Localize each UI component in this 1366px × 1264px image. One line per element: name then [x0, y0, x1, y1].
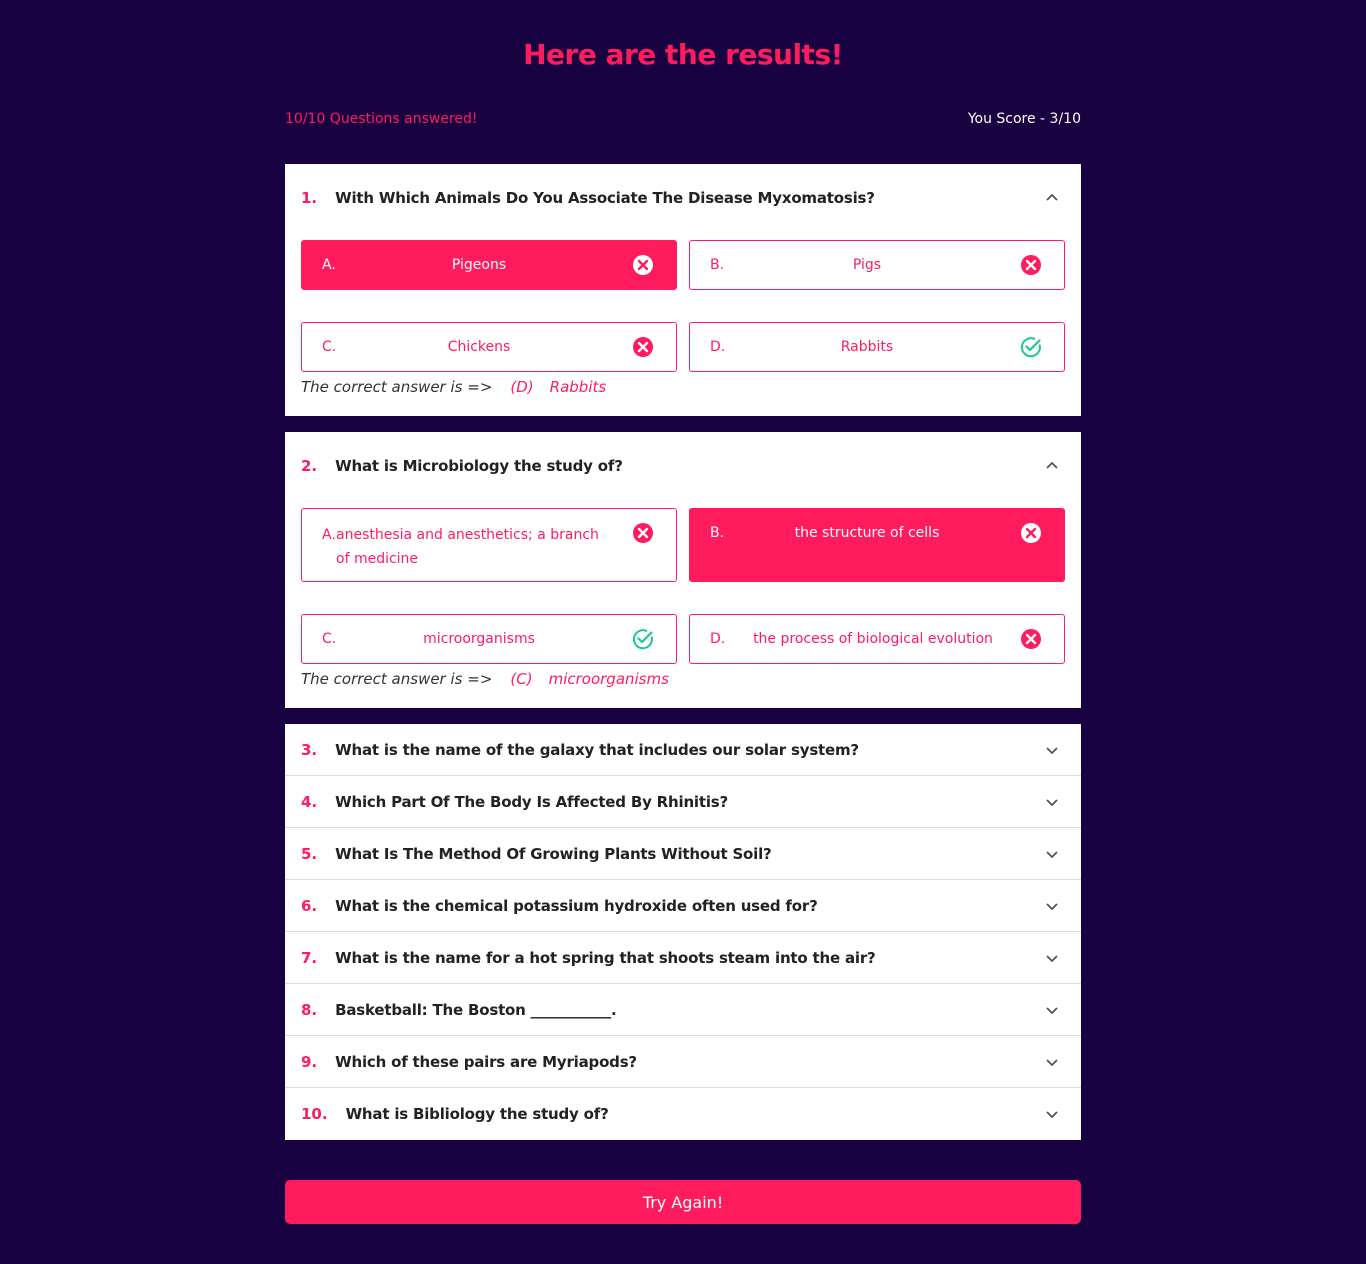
question-number: 8. [301, 1000, 318, 1019]
question-row-3[interactable]: 3. What is the name of the galaxy that i… [285, 724, 1081, 776]
question-text: Which of these pairs are Myriapods? [335, 1052, 637, 1071]
question-text: What is Bibliology the study of? [345, 1105, 609, 1123]
option-letter: A. [322, 527, 336, 543]
option-d[interactable]: D. the process of biological evolution [689, 614, 1065, 664]
question-number: 1. [301, 189, 318, 207]
question-row-5[interactable]: 5. What Is The Method Of Growing Plants … [285, 828, 1081, 880]
option-label: anesthesia and anesthetics; a branch of … [336, 527, 599, 567]
option-d[interactable]: D. Rabbits [689, 322, 1065, 372]
chevron-down-icon[interactable] [1045, 743, 1059, 757]
question-row-10[interactable]: 10. What is Bibliology the study of? [285, 1088, 1081, 1140]
question-row-6[interactable]: 6. What is the chemical potassium hydrox… [285, 880, 1081, 932]
correct-answer-prefix: The correct answer is => [301, 670, 493, 688]
question-panel-1: 1. With Which Animals Do You Associate T… [285, 164, 1081, 416]
chevron-down-icon[interactable] [1045, 795, 1059, 809]
question-number: 5. [301, 844, 318, 863]
x-circle-icon [633, 255, 653, 275]
option-c[interactable]: C. Chickens [301, 322, 677, 372]
option-c[interactable]: C. microorganisms [301, 614, 677, 664]
question-text: With Which Animals Do You Associate The … [335, 189, 875, 207]
score-display: You Score - 3/10 [967, 111, 1081, 127]
question-number: 6. [301, 896, 318, 915]
option-letter: A. [322, 257, 336, 273]
x-circle-icon [1021, 629, 1041, 649]
correct-answer-letter: (D) [510, 378, 534, 396]
option-a[interactable]: A. Pigeons [301, 240, 677, 290]
correct-answer-line: The correct answer is => (D) Rabbits [301, 378, 606, 396]
question-number: 2. [301, 457, 318, 475]
chevron-down-icon[interactable] [1045, 1003, 1059, 1017]
correct-answer-text: microorganisms [548, 670, 669, 688]
option-letter: B. [710, 525, 725, 541]
question-header-1[interactable]: 1. With Which Animals Do You Associate T… [285, 164, 1081, 232]
correct-answer-prefix: The correct answer is => [301, 378, 493, 396]
option-a[interactable]: A. anesthesia and anesthetics; a branch … [301, 508, 677, 582]
chevron-down-icon[interactable] [1045, 1107, 1059, 1121]
question-text: What is the name of the galaxy that incl… [335, 740, 859, 759]
x-circle-icon [1021, 255, 1041, 275]
question-text: Basketball: The Boston ___________. [335, 1000, 617, 1019]
correct-answer-letter: (C) [510, 670, 533, 688]
option-label: Rabbits [840, 339, 894, 355]
option-letter: D. [710, 631, 726, 647]
check-circle-icon [1020, 337, 1041, 358]
question-row-8[interactable]: 8. Basketball: The Boston ___________. [285, 984, 1081, 1036]
option-letter: D. [710, 339, 726, 355]
option-label: Chickens [447, 339, 511, 355]
question-number: 4. [301, 792, 318, 811]
option-label: the structure of cells [794, 525, 940, 541]
correct-answer-line: The correct answer is => (C) microorganism… [301, 670, 669, 688]
chevron-down-icon[interactable] [1045, 951, 1059, 965]
option-letter: C. [322, 631, 337, 647]
question-panel-2: 2. What is Microbiology the study of? A.… [285, 432, 1081, 708]
chevron-down-icon[interactable] [1045, 899, 1059, 913]
option-label: Pigs [852, 257, 882, 273]
check-circle-icon [632, 629, 653, 650]
option-label: Pigeons [451, 257, 507, 273]
option-letter: C. [322, 339, 337, 355]
x-circle-icon [633, 337, 653, 357]
page-title: Here are the results! [523, 38, 843, 71]
chevron-up-icon[interactable] [1045, 191, 1059, 205]
option-label: the process of biological evolution [753, 631, 993, 647]
option-b[interactable]: B. the structure of cells [689, 508, 1065, 582]
option-label: microorganisms [423, 631, 535, 647]
question-row-9[interactable]: 9. Which of these pairs are Myriapods? [285, 1036, 1081, 1088]
question-row-7[interactable]: 7. What is the name for a hot spring tha… [285, 932, 1081, 984]
option-b[interactable]: B. Pigs [689, 240, 1065, 290]
x-circle-icon [633, 523, 653, 543]
question-text: What Is The Method Of Growing Plants Wit… [335, 844, 772, 863]
question-number: 7. [301, 948, 318, 967]
x-circle-icon [1021, 523, 1041, 543]
option-letter: B. [710, 257, 725, 273]
question-number: 10. [301, 1105, 328, 1123]
question-row-4[interactable]: 4. Which Part Of The Body Is Affected By… [285, 776, 1081, 828]
correct-answer-text: Rabbits [549, 378, 607, 396]
chevron-up-icon[interactable] [1045, 459, 1059, 473]
question-number: 3. [301, 740, 318, 759]
question-text: Which Part Of The Body Is Affected By Rh… [335, 792, 729, 811]
question-number: 9. [301, 1052, 318, 1071]
chevron-down-icon[interactable] [1045, 1055, 1059, 1069]
question-text: What is Microbiology the study of? [335, 457, 623, 475]
question-header-2[interactable]: 2. What is Microbiology the study of? [285, 432, 1081, 500]
questions-answered-counter: 10/10 Questions answered! [285, 111, 478, 127]
question-text: What is the name for a hot spring that s… [335, 948, 876, 967]
chevron-down-icon[interactable] [1045, 847, 1059, 861]
collapsed-question-list: 3. What is the name of the galaxy that i… [285, 724, 1081, 1140]
try-again-button[interactable]: Try Again! [285, 1180, 1081, 1224]
question-text: What is the chemical potassium hydroxide… [335, 896, 818, 915]
